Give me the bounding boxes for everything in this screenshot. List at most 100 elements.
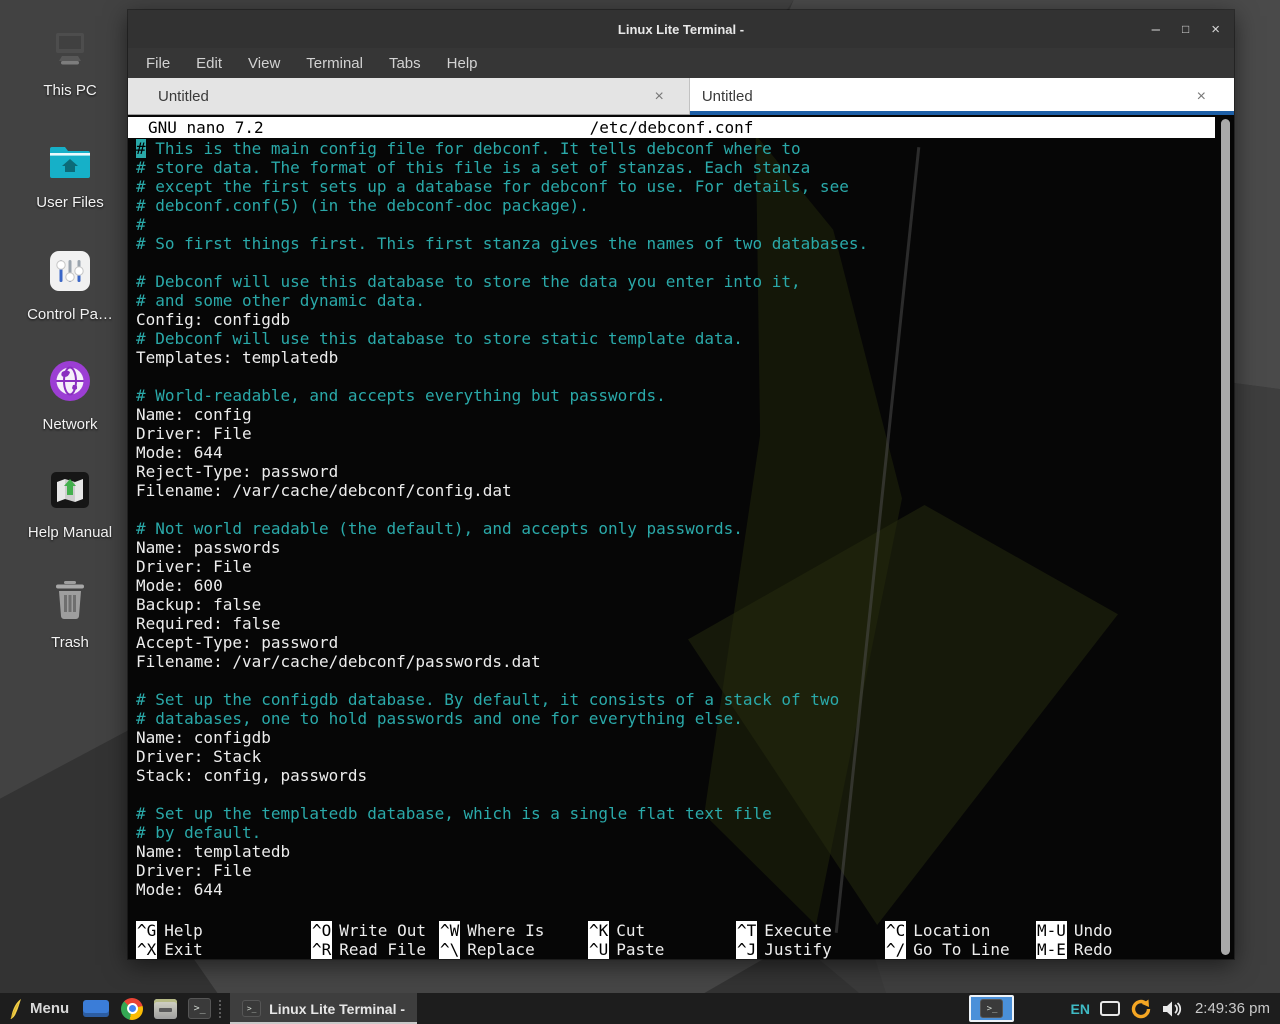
terminal-line: Accept-Type: password [136,633,1212,652]
desktop-icon-this-pc[interactable]: This PC [14,24,126,134]
nano-shortcut: ^UPaste [588,940,664,959]
tab-label: Untitled [702,88,753,105]
clock[interactable]: 2:49:36 pm [1195,1000,1270,1017]
menu-button[interactable]: Menu [30,1000,69,1017]
terminal-line: Templates: templatedb [136,348,1212,367]
terminal-line: # So first things first. This first stan… [136,234,1212,253]
terminal-line: Name: templatedb [136,842,1212,861]
terminal-icon: >_ [980,999,1003,1018]
minimize-button[interactable]: – [1152,22,1160,37]
menu-terminal[interactable]: Terminal [306,55,363,72]
desktop-icon-label: Control Pa… [27,306,113,323]
terminal-line: Driver: File [136,424,1212,443]
volume-icon[interactable] [1161,999,1183,1019]
terminal-content[interactable]: GNU nano 7.2 /etc/debconf.conf # This is… [128,115,1234,959]
terminal-line: Reject-Type: password [136,462,1212,481]
terminal-line: Backup: false [136,595,1212,614]
tab-close-icon[interactable]: × [1197,88,1206,106]
updates-available-icon[interactable] [1129,997,1153,1021]
desktop-icon-list: This PC User Files [14,24,126,684]
keyboard-language-indicator[interactable]: EN [1070,1001,1089,1017]
terminal-line: # except the first sets up a database fo… [136,177,1212,196]
display-settings-icon[interactable] [1100,1001,1120,1016]
terminal-line: Mode: 644 [136,443,1212,462]
nano-shortcut: ^KCut [588,921,645,940]
desktop-icon-trash[interactable]: Trash [14,574,126,684]
menu-edit[interactable]: Edit [196,55,222,72]
taskbar-window-button[interactable]: >_ Linux Lite Terminal - [230,993,417,1024]
panel-handle[interactable] [219,1000,225,1018]
nano-shortcut: M-ERedo [1036,940,1112,959]
terminal-line: Name: configdb [136,728,1212,747]
desktop-icon-label: Network [42,416,97,433]
window-titlebar[interactable]: Linux Lite Terminal - – □ × [128,10,1234,48]
terminal-line: # Debconf will use this database to stor… [136,272,1212,291]
network-globe-icon [47,360,93,409]
nano-shortcut: ^JJustify [736,940,832,959]
terminal-line [136,367,1212,386]
terminal-line: # by default. [136,823,1212,842]
terminal-line: # and some other dynamic data. [136,291,1212,310]
desktop-icon-network[interactable]: Network [14,354,126,464]
terminal-line: # This is the main config file for debco… [136,139,1212,158]
terminal-scrollbar[interactable] [1221,119,1230,955]
nano-cursor: # [136,139,146,158]
terminal-lines: # This is the main config file for debco… [136,139,1212,899]
terminal-line: Driver: File [136,861,1212,880]
nano-shortcut: ^XExit [136,940,203,959]
terminal-line: Driver: File [136,557,1212,576]
desktop-icon-label: Trash [51,634,89,651]
close-button[interactable]: × [1211,22,1220,37]
terminal-line: # World-readable, and accepts everything… [136,386,1212,405]
terminal-line: # databases, one to hold passwords and o… [136,709,1212,728]
nano-filename: /etc/debconf.conf [128,118,1215,137]
control-panel-sliders-icon [47,250,93,299]
terminal-line: Filename: /var/cache/debconf/passwords.d… [136,652,1212,671]
terminal-line: Driver: Stack [136,747,1212,766]
desktop-icon-label: Help Manual [28,524,112,541]
menu-tabs[interactable]: Tabs [389,55,421,72]
terminal-line: Stack: config, passwords [136,766,1212,785]
terminal-line: Config: configdb [136,310,1212,329]
nano-shortcut: M-UUndo [1036,921,1112,940]
nano-shortcut: ^OWrite Out [311,921,426,940]
maximize-button[interactable]: □ [1182,23,1189,35]
nano-shortcut: ^GHelp [136,921,203,940]
tab-close-icon[interactable]: × [655,88,664,106]
terminal-launcher-icon[interactable]: >_ [188,998,211,1019]
tray-terminal-icon[interactable]: >_ [969,995,1014,1022]
nano-shortcut-row: ^XExit ^RRead File ^\Replace ^UPaste ^JJusti… [128,940,1234,959]
terminal-line: # Debconf will use this database to stor… [136,329,1212,348]
nano-shortcut: ^\Replace [439,940,535,959]
menu-view[interactable]: View [248,55,280,72]
terminal-line: Mode: 644 [136,880,1212,899]
linux-lite-logo-icon[interactable] [8,998,23,1020]
tab-bar: Untitled × Untitled × [128,78,1234,115]
taskbar: Menu >_ >_ Linux Lite Terminal - >_ EN 2… [0,993,1280,1024]
tab-label: Untitled [158,88,209,105]
desktop-icon-help-manual[interactable]: Help Manual [14,464,126,574]
nano-shortcut: ^TExecute [736,921,832,940]
terminal-line: # debconf.conf(5) (in the debconf-doc pa… [136,196,1212,215]
file-manager-icon[interactable] [154,999,177,1019]
desktop-icon-control-panel[interactable]: Control Pa… [14,244,126,354]
tab-untitled-1[interactable]: Untitled × [128,78,690,115]
nano-shortcut: ^RRead File [311,940,426,959]
tab-untitled-2[interactable]: Untitled × [690,78,1234,115]
window-menubar: File Edit View Terminal Tabs Help [128,48,1234,78]
menu-file[interactable]: File [146,55,170,72]
help-manual-book-icon [47,470,93,517]
nano-titlebar: GNU nano 7.2 /etc/debconf.conf [128,117,1215,138]
trash-can-icon [48,580,92,627]
terminal-line: # Set up the configdb database. By defau… [136,690,1212,709]
terminal-line: # [136,215,1212,234]
desktop-icon-user-files[interactable]: User Files [14,134,126,244]
terminal-line [136,671,1212,690]
terminal-line: # Set up the templatedb database, which … [136,804,1212,823]
terminal-line: Filename: /var/cache/debconf/config.dat [136,481,1212,500]
taskbar-window-label: Linux Lite Terminal - [269,1001,405,1017]
nano-shortcut: ^CLocation [885,921,990,940]
menu-help[interactable]: Help [447,55,478,72]
workspace-pager-icon[interactable] [83,1000,109,1017]
chrome-browser-icon[interactable] [121,998,143,1020]
